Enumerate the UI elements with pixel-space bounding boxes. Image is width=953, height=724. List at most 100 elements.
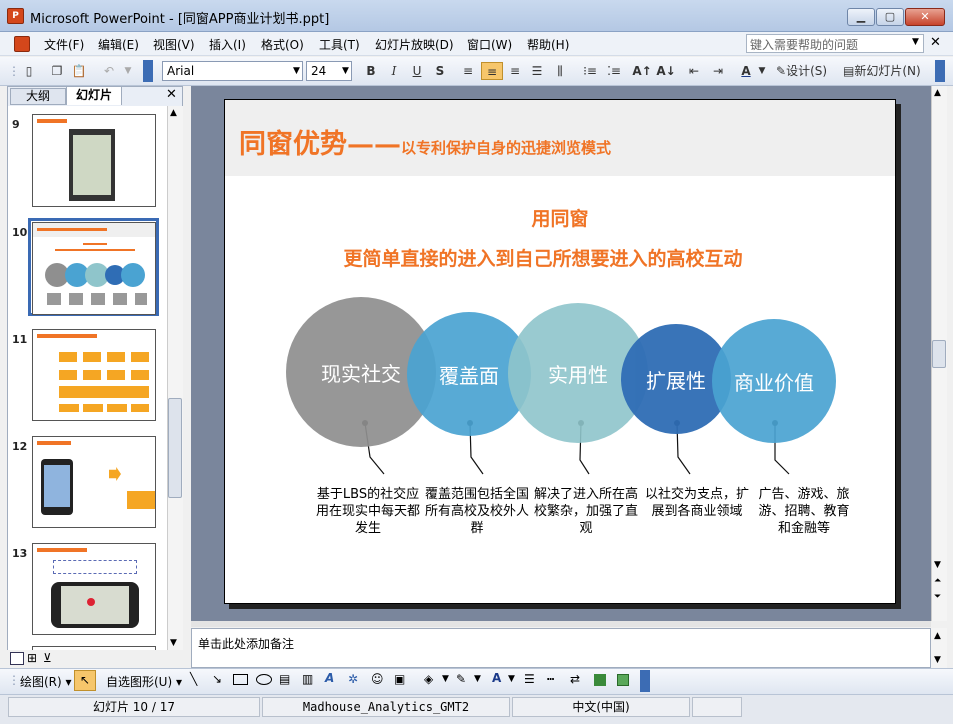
slide-thumbnail-10[interactable] xyxy=(32,222,156,315)
caption-extensibility[interactable]: 以社交为支点，扩展到各商业领域 xyxy=(641,486,753,520)
align-left-icon[interactable]: ≡ xyxy=(458,62,478,80)
menu-format[interactable]: 格式(O) xyxy=(261,36,304,53)
menu-help[interactable]: 帮助(H) xyxy=(527,36,569,53)
arrow-style-icon[interactable]: ⇄ xyxy=(570,672,580,686)
tab-slides[interactable]: 幻灯片 xyxy=(66,86,122,105)
scroll-down-icon[interactable]: ▼ xyxy=(170,638,177,648)
powerpoint-icon[interactable]: P xyxy=(7,8,24,24)
chevron-down-icon[interactable]: ▼ xyxy=(508,674,515,684)
textbox-icon[interactable]: ▤ xyxy=(279,672,290,686)
3d-style-icon[interactable] xyxy=(617,674,629,686)
scroll-up-icon[interactable]: ▲ xyxy=(934,88,941,98)
document-icon[interactable] xyxy=(14,36,30,52)
select-pointer-icon[interactable]: ↖ xyxy=(74,670,96,691)
shadow-style-icon[interactable] xyxy=(594,674,606,686)
tab-outline[interactable]: 大纲 xyxy=(10,88,66,105)
close-button[interactable]: ✕ xyxy=(905,8,945,26)
notes-pane[interactable]: 单击此处添加备注 xyxy=(191,628,931,668)
normal-view-icon[interactable] xyxy=(10,652,24,665)
caption-business-value[interactable]: 广告、游戏、旅游、招聘、教育和金融等 xyxy=(753,486,855,537)
align-right-icon[interactable]: ≡ xyxy=(505,62,525,80)
toolbar-options-icon[interactable] xyxy=(935,60,945,82)
grip-icon[interactable]: ⋮ xyxy=(8,62,20,80)
oval-icon[interactable] xyxy=(256,674,272,685)
shadow-icon[interactable]: S xyxy=(431,62,449,80)
scroll-down-icon[interactable]: ▼ xyxy=(934,655,941,665)
undo-icon[interactable]: ↶ xyxy=(100,62,118,80)
bullet-list-icon[interactable]: ⁚≡ xyxy=(604,62,624,80)
slide-thumbnail-12[interactable] xyxy=(32,436,156,528)
thumbnail-scrollbar[interactable] xyxy=(167,106,183,650)
slide-sorter-icon[interactable]: ⊞ xyxy=(27,651,37,665)
font-name-combo[interactable]: Arial xyxy=(162,61,303,81)
menu-edit[interactable]: 编辑(E) xyxy=(98,36,139,53)
line-color-icon[interactable]: ✎ xyxy=(456,672,466,686)
design-button[interactable]: ✎设计(S) xyxy=(776,62,838,80)
picture-icon[interactable]: ▣ xyxy=(394,672,405,686)
clipart-icon[interactable]: ☺ xyxy=(371,672,384,686)
menu-tools[interactable]: 工具(T) xyxy=(319,36,360,53)
chevron-down-icon[interactable]: ▼ xyxy=(474,674,481,684)
caption-practicality[interactable]: 解决了进入所在高校繁杂，加强了直观 xyxy=(532,486,640,537)
caption-coverage[interactable]: 覆盖范围包括全国所有高校及校外人群 xyxy=(423,486,531,537)
chevron-down-icon[interactable]: ▼ xyxy=(122,62,134,80)
slide-thumbnail-11[interactable] xyxy=(32,329,156,421)
chevron-down-icon[interactable]: ▼ xyxy=(912,37,919,47)
new-slide-button[interactable]: ▤新幻灯片(N) xyxy=(843,62,929,80)
toolbar-options-icon[interactable] xyxy=(640,670,650,692)
horizontal-scrollbar[interactable] xyxy=(191,621,931,627)
increase-font-icon[interactable]: A↑ xyxy=(632,62,652,80)
scroll-up-icon[interactable]: ▲ xyxy=(170,108,177,118)
line-icon[interactable]: ╲ xyxy=(190,672,197,686)
scroll-thumb[interactable] xyxy=(932,340,946,368)
chevron-down-icon[interactable]: ▼ xyxy=(342,66,349,76)
menu-insert[interactable]: 插入(I) xyxy=(209,36,246,53)
scroll-thumb[interactable] xyxy=(168,398,182,498)
justify-icon[interactable]: ☰ xyxy=(527,62,547,80)
caption-reality-social[interactable]: 基于LBS的社交应用在现实中每天都发生 xyxy=(311,486,425,537)
grip-icon[interactable]: ⋮ xyxy=(8,673,20,687)
draw-menu-button[interactable]: 绘图(R) ▾ xyxy=(20,673,72,690)
wordart-icon[interactable]: A xyxy=(325,671,334,685)
fill-color-icon[interactable]: ◈ xyxy=(424,672,433,686)
font-color-icon[interactable]: A xyxy=(492,671,501,685)
chevron-down-icon[interactable]: ▼ xyxy=(756,62,768,80)
maximize-button[interactable]: ▢ xyxy=(876,8,904,26)
menu-window[interactable]: 窗口(W) xyxy=(467,36,512,53)
align-center-icon[interactable]: ≡ xyxy=(481,62,503,80)
close-icon[interactable]: ✕ xyxy=(930,35,941,50)
distribute-icon[interactable]: ⫼ xyxy=(550,62,570,80)
minimize-button[interactable]: ▁ xyxy=(847,8,875,26)
toolbar-options-icon[interactable] xyxy=(143,60,153,82)
line-style-icon[interactable]: ☰ xyxy=(524,672,535,686)
menu-slideshow[interactable]: 幻灯片放映(D) xyxy=(375,36,454,53)
decrease-indent-icon[interactable]: ⇤ xyxy=(684,62,704,80)
underline-icon[interactable]: U xyxy=(408,62,426,80)
chevron-down-icon[interactable]: ▼ xyxy=(293,66,300,76)
italic-icon[interactable]: I xyxy=(385,62,403,80)
slide-thumbnail-9[interactable] xyxy=(32,114,156,207)
menu-file[interactable]: 文件(F) xyxy=(44,36,84,53)
slide-canvas[interactable]: 同窗优势——以专利保护自身的迅捷浏览模式 用同窗 更简单直接的进入到自己所想要进… xyxy=(224,99,896,604)
dash-style-icon[interactable]: ┅ xyxy=(547,672,554,686)
paste-icon[interactable]: 📋 xyxy=(70,62,88,80)
bold-icon[interactable]: B xyxy=(362,62,380,80)
scroll-down-icon[interactable]: ▼ xyxy=(934,560,941,570)
circle-business-value[interactable]: 商业价值 xyxy=(712,319,836,443)
help-search-input[interactable]: 键入需要帮助的问题 xyxy=(746,34,924,53)
next-slide-icon[interactable]: ⏷ xyxy=(934,592,941,602)
copy-icon[interactable]: ❐ xyxy=(48,62,66,80)
arrow-icon[interactable]: ↘ xyxy=(212,672,222,686)
decrease-font-icon[interactable]: A↓ xyxy=(656,62,676,80)
slideshow-icon[interactable]: ⊻ xyxy=(43,651,52,665)
menu-view[interactable]: 视图(V) xyxy=(153,36,195,53)
numbered-list-icon[interactable]: ⁝≡ xyxy=(580,62,600,80)
chevron-down-icon[interactable]: ▼ xyxy=(442,674,449,684)
previous-slide-icon[interactable]: ⏶ xyxy=(934,576,941,586)
diagram-icon[interactable]: ✲ xyxy=(348,672,358,686)
scroll-up-icon[interactable]: ▲ xyxy=(934,631,941,641)
increase-indent-icon[interactable]: ⇥ xyxy=(708,62,728,80)
autoshapes-menu-button[interactable]: 自选图形(U) ▾ xyxy=(106,673,182,690)
font-color-icon[interactable]: A xyxy=(736,62,756,80)
slide-thumbnail-14[interactable] xyxy=(32,646,156,650)
